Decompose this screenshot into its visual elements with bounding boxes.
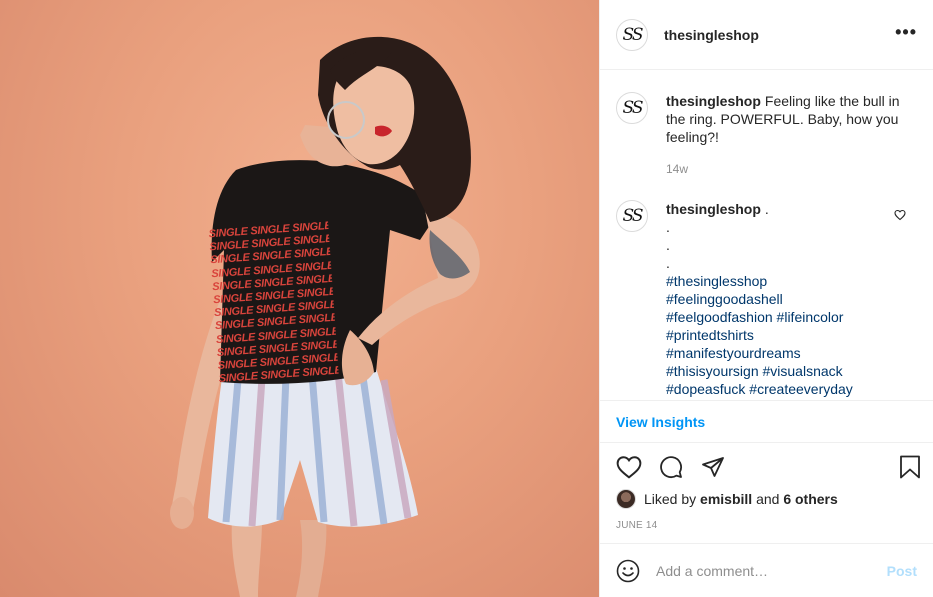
tee-print: SINGLE SINGLE SINGLE SINGLE SINGLE SINGL… (208, 220, 340, 398)
insights-bar: View Insights (600, 400, 933, 443)
avatar[interactable]: SS (616, 92, 648, 124)
avatar[interactable]: SS (616, 200, 648, 232)
caption-username[interactable]: thesingleshop (666, 93, 761, 109)
comment-icon[interactable] (658, 455, 684, 479)
likes-conj: and (756, 491, 780, 507)
avatar[interactable]: SS (616, 18, 648, 51)
avatar-initials: SS (622, 98, 644, 118)
caption-body: thesingleshop Feeling like the bull in th… (666, 92, 902, 178)
caption: SS thesingleshop Feeling like the bull in… (616, 70, 917, 178)
bookmark-icon[interactable] (899, 455, 921, 479)
hashtag-link[interactable]: #createeveryday (749, 381, 853, 397)
more-options-icon[interactable]: ••• (895, 23, 917, 41)
comment-text: . (764, 201, 769, 217)
comments-list[interactable]: SS thesingleshop Feeling like the bull in… (600, 70, 933, 400)
header-username[interactable]: thesingleshop (664, 27, 895, 43)
post-header: SS thesingleshop ••• (600, 0, 933, 70)
post-photo[interactable]: SINGLE SINGLE SINGLE SINGLE SINGLE SINGL… (0, 0, 599, 597)
avatar-initials: SS (622, 206, 644, 226)
comment-dot: . (666, 255, 670, 271)
view-insights-link[interactable]: View Insights (616, 414, 705, 430)
likes-summary: Liked by emisbill and 6 others (616, 489, 838, 509)
comment-dot: . (666, 219, 670, 235)
share-icon[interactable] (700, 455, 726, 479)
hashtags: #thesinglesshop #feelinggoodashell #feel… (666, 272, 902, 398)
hashtag-link[interactable]: #thesinglesshop (666, 273, 767, 289)
hashtag-link[interactable]: #feelgoodfashion (666, 309, 773, 325)
caption-timestamp[interactable]: 14w (666, 160, 902, 178)
hashtag-link[interactable]: #visualsnack (763, 363, 843, 379)
likes-others-link[interactable]: 6 others (783, 491, 837, 507)
post-side-panel: SS thesingleshop ••• SS thesingleshop Fee… (599, 0, 933, 597)
add-comment-bar: Post (600, 543, 933, 597)
post-button[interactable]: Post (887, 563, 917, 579)
list-item: SS thesingleshop. . . . #thesinglesshop … (616, 178, 917, 398)
hashtag-link[interactable]: #dopeasfuck (666, 381, 745, 397)
likes-prefix: Liked by (644, 491, 697, 507)
heart-icon[interactable] (616, 455, 642, 479)
liker-avatar[interactable] (616, 489, 636, 509)
hashtag-link[interactable]: #feelinggoodashell (666, 291, 783, 307)
comment-username[interactable]: thesingleshop (666, 201, 761, 217)
comment-body: thesingleshop. . . . #thesinglesshop #fe… (666, 200, 902, 398)
comment-like-heart-icon[interactable] (894, 208, 906, 224)
comment-dot: . (666, 237, 670, 253)
hashtag-link[interactable]: #manifestyourdreams (666, 345, 801, 361)
hashtag-link[interactable]: #lifeincolor (777, 309, 844, 325)
emoji-icon[interactable] (616, 559, 640, 583)
liker-username[interactable]: emisbill (700, 491, 752, 507)
action-bar (616, 452, 921, 482)
comment-dots: . . . (666, 218, 902, 272)
hashtag-link[interactable]: #thisisyoursign (666, 363, 759, 379)
hashtag-link[interactable]: #printedtshirts (666, 327, 754, 343)
avatar-initials: SS (622, 24, 644, 45)
comment-input[interactable] (656, 562, 887, 579)
post-date[interactable]: JUNE 14 (616, 520, 657, 531)
